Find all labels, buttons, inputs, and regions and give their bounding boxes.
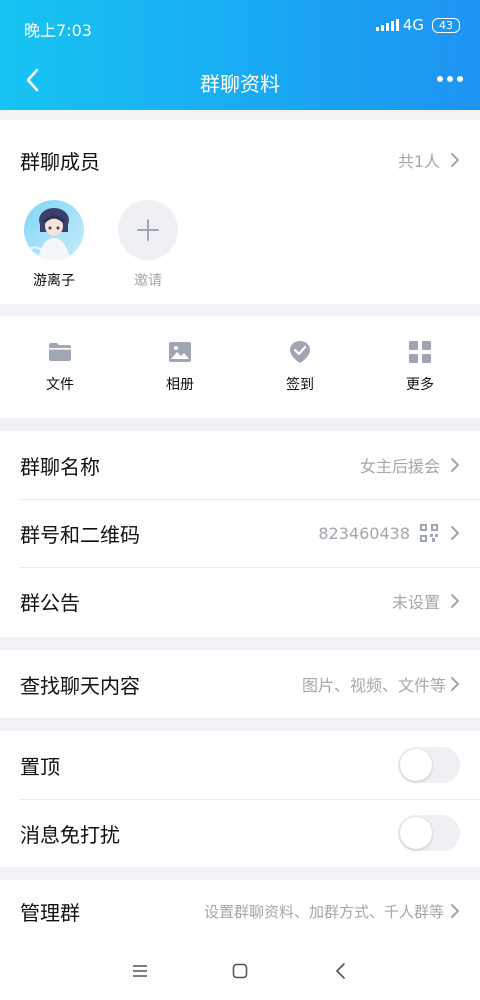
tool-label: 更多 xyxy=(406,377,434,393)
invite-button[interactable] xyxy=(118,200,178,260)
group-notice-row[interactable]: 群公告 未设置 xyxy=(0,567,480,635)
chevron-right-icon xyxy=(451,594,459,608)
group-id-value: 823460438 xyxy=(318,523,410,543)
menu-icon xyxy=(133,965,147,977)
toggle-knob xyxy=(400,749,432,781)
header: 晚上7:03 4G 43 群聊资料 xyxy=(0,0,480,110)
chevron-right-icon xyxy=(451,458,459,472)
search-section: 查找聊天内容 图片、视频、文件等 xyxy=(0,650,480,718)
back-triangle-icon xyxy=(336,963,345,979)
group-id-row[interactable]: 群号和二维码 823460438 xyxy=(0,499,480,567)
system-nav-bar xyxy=(0,942,480,1000)
tool-label: 文件 xyxy=(46,377,74,393)
avatar xyxy=(24,200,84,260)
pin-label: 置顶 xyxy=(20,754,60,779)
status-bar: 晚上7:03 4G 43 xyxy=(0,0,480,52)
chevron-right-icon xyxy=(451,526,459,540)
chevron-right-icon xyxy=(451,904,459,918)
dot-icon xyxy=(437,76,443,82)
toggle-knob xyxy=(400,817,432,849)
tool-label: 签到 xyxy=(286,377,314,393)
mute-toggle[interactable] xyxy=(398,815,460,851)
members-section: 群聊成员 共1人 游离子 邀请 xyxy=(0,120,480,304)
tools-grid: 文件 相册 签到 更多 xyxy=(0,316,480,418)
mute-label: 消息免打扰 xyxy=(20,822,120,847)
status-indicators: 4G 43 xyxy=(375,16,460,34)
nav-bar: 群聊资料 xyxy=(0,52,480,110)
chevron-right-icon xyxy=(451,153,459,167)
system-back-button[interactable] xyxy=(325,956,355,986)
home-button[interactable] xyxy=(225,956,255,986)
tools-section: 文件 相册 签到 更多 xyxy=(0,316,480,418)
tool-album[interactable]: 相册 xyxy=(120,340,240,394)
status-time: 晚上7:03 xyxy=(24,21,92,40)
manage-section: 管理群 设置群聊资料、加群方式、千人群等 xyxy=(0,880,480,942)
network-type: 4G xyxy=(402,16,424,34)
tool-checkin[interactable]: 签到 xyxy=(240,340,360,394)
qr-code-icon xyxy=(420,524,438,542)
group-notice-value: 未设置 xyxy=(391,593,440,612)
search-chat-label: 查找聊天内容 xyxy=(20,673,140,698)
member-item[interactable]: 游离子 xyxy=(24,200,84,304)
member-list: 游离子 邀请 xyxy=(0,200,480,304)
dot-icon xyxy=(447,76,453,82)
member-name: 游离子 xyxy=(33,273,75,289)
members-row[interactable]: 群聊成员 共1人 xyxy=(0,120,480,200)
members-label: 群聊成员 xyxy=(20,149,100,174)
tool-files[interactable]: 文件 xyxy=(0,340,120,394)
group-info-section: 群聊名称 女主后援会 群号和二维码 823460438 群公告 未设置 xyxy=(0,431,480,637)
plus-icon xyxy=(137,219,159,241)
settings-section: 置顶 消息免打扰 xyxy=(0,731,480,867)
search-chat-row[interactable]: 查找聊天内容 图片、视频、文件等 xyxy=(0,650,480,718)
square-icon xyxy=(232,963,248,979)
invite-label: 邀请 xyxy=(134,273,162,289)
page-title: 群聊资料 xyxy=(200,72,280,96)
tool-more[interactable]: 更多 xyxy=(360,340,480,394)
group-notice-label: 群公告 xyxy=(20,590,80,615)
tool-label: 相册 xyxy=(166,377,194,393)
folder-icon xyxy=(49,343,71,361)
group-name-row[interactable]: 群聊名称 女主后援会 xyxy=(0,431,480,499)
search-chat-hint: 图片、视频、文件等 xyxy=(301,676,446,695)
group-id-label: 群号和二维码 xyxy=(20,522,140,547)
mute-row: 消息免打扰 xyxy=(0,799,480,867)
chevron-right-icon xyxy=(451,677,459,691)
pin-row: 置顶 xyxy=(0,731,480,799)
checkin-icon xyxy=(290,341,310,363)
dot-icon xyxy=(457,76,463,82)
more-menu-button[interactable] xyxy=(430,64,470,94)
group-name-label: 群聊名称 xyxy=(20,454,100,479)
manage-group-hint: 设置群聊资料、加群方式、千人群等 xyxy=(203,902,444,921)
grid-icon xyxy=(409,341,431,363)
manage-group-label: 管理群 xyxy=(20,900,80,925)
members-count: 共1人 xyxy=(397,152,440,171)
pin-toggle[interactable] xyxy=(398,747,460,783)
battery-icon: 43 xyxy=(432,17,460,33)
recents-button[interactable] xyxy=(125,956,155,986)
group-name-value: 女主后援会 xyxy=(359,457,440,476)
manage-group-row[interactable]: 管理群 设置群聊资料、加群方式、千人群等 xyxy=(0,880,480,942)
invite-member[interactable]: 邀请 xyxy=(118,200,178,304)
image-icon xyxy=(169,342,191,362)
signal-icon xyxy=(375,19,399,31)
